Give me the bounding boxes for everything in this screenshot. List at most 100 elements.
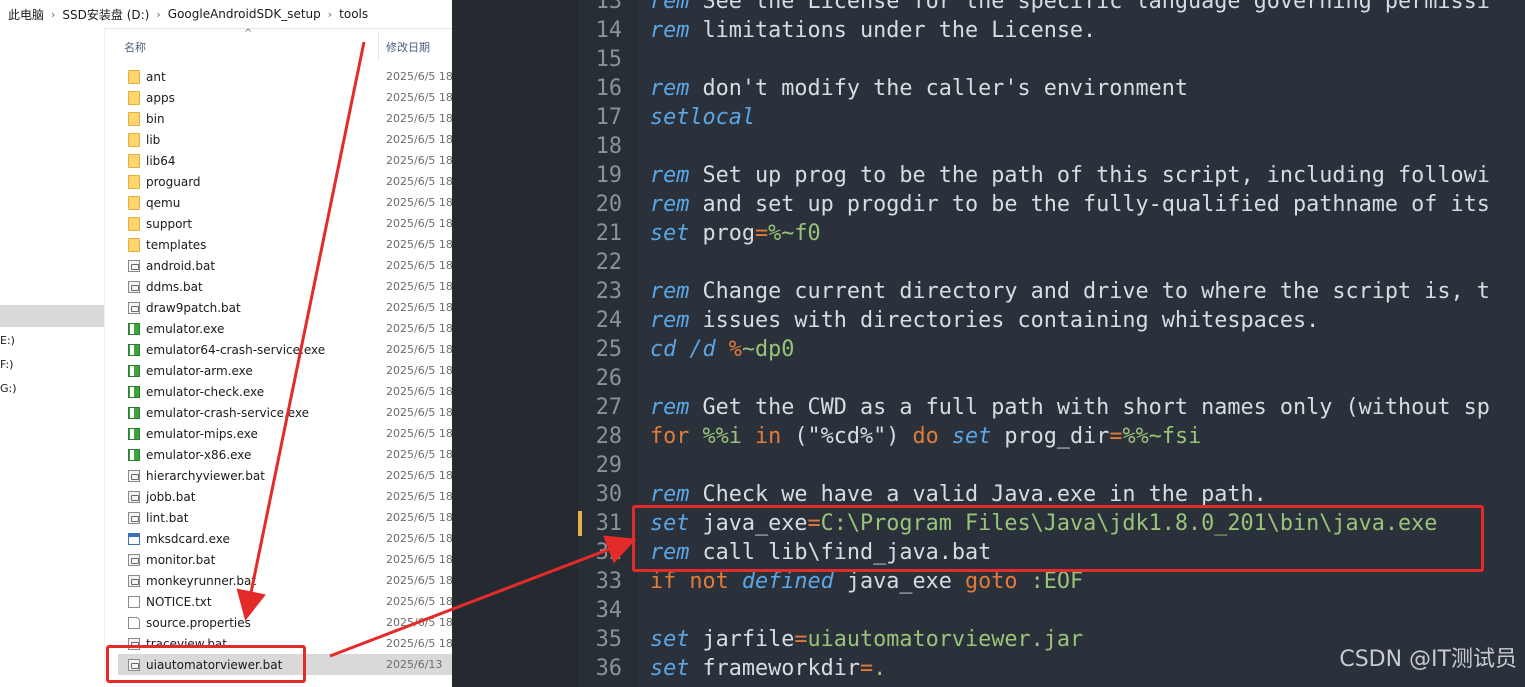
file-row[interactable]: jobb.bat 2025/6/5 18	[118, 486, 452, 507]
code-line[interactable]: 27 rem Get the CWD as a full path with sh…	[578, 393, 1525, 422]
code-line[interactable]: 13 rem See the License for the specific l…	[578, 0, 1525, 16]
batch-file-icon	[128, 301, 140, 314]
file-row[interactable]: hierarchyviewer.bat 2025/6/5 18	[118, 465, 452, 486]
code-token: rem	[650, 0, 690, 14]
code-line[interactable]: 15	[578, 45, 1525, 74]
file-row[interactable]: apps 2025/6/5 18	[118, 87, 452, 108]
code-token: :EOF	[1030, 569, 1084, 594]
file-date: 2025/6/5 18	[386, 553, 452, 566]
file-row[interactable]: emulator-x86.exe 2025/6/5 18	[118, 444, 452, 465]
file-date: 2025/6/5 18	[386, 511, 452, 524]
code-token: rem	[650, 395, 690, 420]
code-token: rem	[650, 279, 690, 304]
file-row[interactable]: ddms.bat 2025/6/5 18	[118, 276, 452, 297]
file-date: 2025/6/5 18	[386, 364, 452, 377]
file-row[interactable]: mksdcard.exe 2025/6/5 18	[118, 528, 452, 549]
code-line[interactable]: 19 rem Set up prog to be the path of this…	[578, 161, 1525, 190]
code-line[interactable]: 34	[578, 596, 1525, 625]
code-token: set	[650, 656, 690, 681]
file-row[interactable]: NOTICE.txt 2025/6/5 18	[118, 591, 452, 612]
file-row[interactable]: emulator-arm.exe 2025/6/5 18	[118, 360, 452, 381]
code-token: =	[794, 627, 808, 652]
file-row[interactable]: support 2025/6/5 18	[118, 213, 452, 234]
file-date: 2025/6/5 18	[386, 280, 452, 293]
code-line[interactable]: 29	[578, 451, 1525, 480]
code-token: rem	[650, 482, 690, 507]
code-line[interactable]: 18	[578, 132, 1525, 161]
code-line[interactable]: 20 rem and set up progdir to be the fully…	[578, 190, 1525, 219]
code-line[interactable]: 24 rem issues with directories containing…	[578, 306, 1525, 335]
file-name: hierarchyviewer.bat	[146, 468, 265, 483]
file-row[interactable]: ant 2025/6/5 18	[118, 66, 452, 87]
breadcrumb-item[interactable]: 此电脑	[6, 6, 46, 23]
file-date: 2025/6/5 18	[386, 301, 452, 314]
editor-side-panel	[452, 0, 578, 687]
file-row[interactable]: emulator-mips.exe 2025/6/5 18	[118, 423, 452, 444]
file-name: emulator-mips.exe	[146, 426, 258, 441]
breadcrumb-separator-icon[interactable]: ›	[151, 8, 165, 21]
code-line[interactable]: 16 rem don't modify the caller's environm…	[578, 74, 1525, 103]
file-row[interactable]: source.properties 2025/6/5 18	[118, 612, 452, 633]
breadcrumb-separator-icon[interactable]: ›	[46, 8, 60, 21]
code-token: rem	[650, 163, 690, 188]
executable-icon	[128, 406, 140, 419]
column-divider[interactable]	[378, 32, 379, 60]
highlight-box-code	[632, 505, 1484, 572]
file-row[interactable]: emulator-check.exe 2025/6/5 18	[118, 381, 452, 402]
nav-drive-f[interactable]: F:)	[0, 358, 13, 371]
code-line[interactable]: 28 for %%i in ("%cd%") do set prog_dir=%%…	[578, 422, 1525, 451]
file-date: 2025/6/5 18	[386, 238, 452, 251]
code-token: defined	[741, 569, 834, 594]
code-editor[interactable]: 13 rem See the License for the specific l…	[452, 0, 1525, 687]
code-lines[interactable]: 13 rem See the License for the specific l…	[578, 0, 1525, 683]
file-row[interactable]: emulator.exe 2025/6/5 18	[118, 318, 452, 339]
file-row[interactable]: draw9patch.bat 2025/6/5 18	[118, 297, 452, 318]
file-date: 2025/6/13	[386, 658, 443, 671]
code-line[interactable]: 25 cd /d %~dp0	[578, 335, 1525, 364]
code-token: if	[650, 569, 677, 594]
file-name: lib	[146, 132, 161, 147]
nav-selected-item[interactable]	[0, 305, 104, 327]
file-date: 2025/6/5 18	[386, 427, 452, 440]
code-token: not	[689, 569, 729, 594]
code-token: Get the CWD as a full path with short na…	[689, 395, 1490, 420]
file-date: 2025/6/5 18	[386, 259, 452, 272]
file-row[interactable]: lib 2025/6/5 18	[118, 129, 452, 150]
code-token: frameworkdir	[689, 656, 860, 681]
code-line[interactable]: 14 rem limitations under the License.	[578, 16, 1525, 45]
breadcrumb-separator-icon[interactable]: ›	[323, 8, 337, 21]
code-line[interactable]: 21 set prog=%~f0	[578, 219, 1525, 248]
breadcrumb-item[interactable]: SSD安装盘 (D:)	[60, 6, 151, 23]
file-row[interactable]: lib64 2025/6/5 18	[118, 150, 452, 171]
code-token: set	[650, 627, 690, 652]
breadcrumb-item[interactable]: GoogleAndroidSDK_setup	[166, 7, 323, 21]
file-row[interactable]: android.bat 2025/6/5 18	[118, 255, 452, 276]
file-name: emulator-x86.exe	[146, 447, 252, 462]
file-row[interactable]: qemu 2025/6/5 18	[118, 192, 452, 213]
code-token: java_exe	[833, 569, 965, 594]
code-line[interactable]: 22	[578, 248, 1525, 277]
file-row[interactable]: monitor.bat 2025/6/5 18	[118, 549, 452, 570]
file-name: lint.bat	[146, 510, 189, 525]
file-row[interactable]: emulator64-crash-service.exe 2025/6/5 18	[118, 339, 452, 360]
line-number: 28	[595, 424, 622, 449]
nav-drive-g[interactable]: G:)	[0, 382, 17, 395]
file-row[interactable]: emulator-crash-service.exe 2025/6/5 18	[118, 402, 452, 423]
file-row[interactable]: templates 2025/6/5 18	[118, 234, 452, 255]
breadcrumb-item[interactable]: tools	[337, 7, 370, 21]
code-token: rem	[650, 192, 690, 217]
file-row[interactable]: lint.bat 2025/6/5 18	[118, 507, 452, 528]
file-date: 2025/6/5 18	[386, 574, 452, 587]
file-row[interactable]: bin 2025/6/5 18	[118, 108, 452, 129]
file-row[interactable]: proguard 2025/6/5 18	[118, 171, 452, 192]
code-line[interactable]: 23 rem Change current directory and drive…	[578, 277, 1525, 306]
column-name-header[interactable]: 名称	[124, 39, 146, 55]
nav-drive-e[interactable]: E:)	[0, 334, 15, 347]
code-token: cd	[650, 337, 677, 362]
column-date-header[interactable]: 修改日期	[386, 39, 430, 55]
code-line[interactable]: 17 setlocal	[578, 103, 1525, 132]
code-line[interactable]: 26	[578, 364, 1525, 393]
file-row[interactable]: monkeyrunner.bat 2025/6/5 18	[118, 570, 452, 591]
breadcrumb[interactable]: 此电脑 › SSD安装盘 (D:) › GoogleAndroidSDK_setup › t…	[0, 0, 452, 29]
